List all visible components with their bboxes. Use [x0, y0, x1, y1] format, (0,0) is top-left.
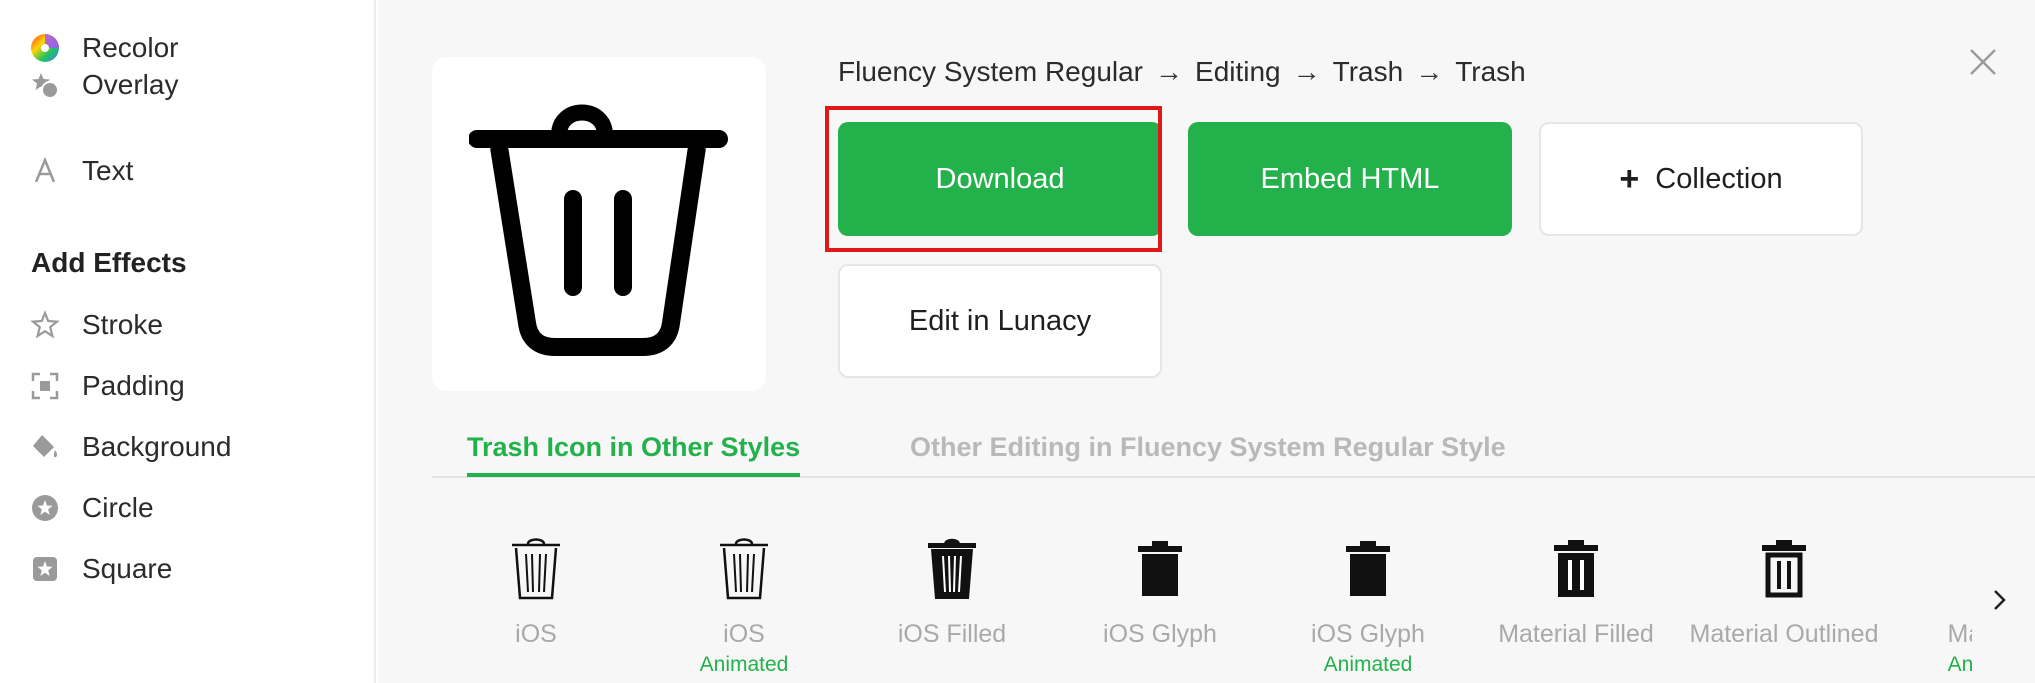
circle-star-icon	[28, 491, 62, 525]
sidebar-item-label: Square	[82, 553, 173, 584]
sidebar-item-circle[interactable]: Circle	[28, 486, 154, 530]
style-item-ios-glyph-animated[interactable]: iOS Glyph Animated	[1264, 530, 1472, 677]
sidebar-item-label: Stroke	[82, 309, 163, 340]
text-icon	[28, 154, 62, 188]
trash-filled-icon	[928, 538, 976, 599]
star-outline-icon	[28, 308, 62, 342]
sidebar-item-label: Background	[82, 431, 232, 462]
close-icon	[1970, 49, 1996, 75]
square-star-icon	[28, 552, 62, 586]
add-to-collection-button[interactable]: + Collection	[1539, 122, 1863, 236]
breadcrumb-item[interactable]: Editing	[1195, 56, 1281, 88]
carousel-next-button[interactable]	[1985, 580, 2015, 620]
breadcrumb-separator: →	[1155, 56, 1184, 87]
trash-glyph-icon	[1138, 541, 1182, 596]
sidebar-item-overlay[interactable]: Overlay	[28, 63, 178, 107]
style-name: Material Filled	[1498, 620, 1654, 648]
close-button[interactable]	[1963, 42, 2003, 82]
trash-outline-icon	[720, 538, 768, 600]
tab-other-editing[interactable]: Other Editing in Fluency System Regular …	[910, 432, 1506, 473]
breadcrumb-item[interactable]: Fluency System Regular	[838, 56, 1143, 88]
style-name: iOS	[515, 620, 557, 648]
style-item-ios-animated[interactable]: iOS Animated	[640, 530, 848, 677]
style-tabs: Trash Icon in Other Styles Other Editing…	[432, 430, 2035, 478]
style-name: iOS Glyph	[1311, 620, 1425, 648]
sidebar-item-text[interactable]: Text	[28, 149, 133, 193]
style-name: iOS Filled	[897, 620, 1007, 648]
trash-partial-icon	[1966, 540, 1972, 598]
tab-other-styles[interactable]: Trash Icon in Other Styles	[467, 432, 801, 477]
style-item-material-filled[interactable]: Material Filled	[1472, 530, 1680, 649]
sidebar-item-square[interactable]: Square	[28, 547, 172, 591]
sidebar-item-label: Padding	[82, 370, 185, 401]
style-name: Material Outlined	[1689, 620, 1879, 648]
sidebar-item-stroke[interactable]: Stroke	[28, 303, 163, 347]
trash-material-outlined-icon	[1762, 540, 1806, 598]
chevron-right-icon	[1994, 590, 2006, 610]
trash-outline-icon	[512, 538, 560, 600]
style-item-ios-filled[interactable]: iOS Filled	[848, 530, 1056, 649]
paint-bucket-icon	[28, 430, 62, 464]
style-item-material-outlined[interactable]: Material Outlined	[1680, 530, 1888, 649]
breadcrumb-item[interactable]: Trash	[1455, 56, 1526, 88]
breadcrumb: Fluency System Regular → Editing → Trash…	[838, 56, 1526, 88]
sidebar-item-label: Circle	[82, 492, 154, 523]
style-animated-label: Animated	[1323, 653, 1413, 676]
add-effects-heading: Add Effects	[31, 247, 187, 278]
style-name: iOS	[723, 620, 765, 648]
trash-material-filled-icon	[1554, 540, 1598, 597]
style-name: iOS Glyph	[1103, 620, 1217, 648]
breadcrumb-item[interactable]: Trash	[1333, 56, 1404, 88]
download-button[interactable]: Download	[838, 122, 1162, 236]
style-item-material-animated[interactable]: Material Animated	[1888, 530, 1972, 677]
main-panel: Fluency System Regular → Editing → Trash…	[378, 0, 2035, 683]
sidebar-item-padding[interactable]: Padding	[28, 364, 185, 408]
plus-icon: +	[1619, 159, 1640, 198]
style-animated-label: Animated	[1947, 653, 1972, 676]
edit-in-lunacy-button[interactable]: Edit in Lunacy	[838, 264, 1162, 378]
trash-glyph-icon	[1346, 541, 1390, 596]
breadcrumb-separator: →	[1415, 56, 1444, 87]
breadcrumb-separator: →	[1292, 56, 1321, 87]
sidebar-item-label: Overlay	[82, 69, 179, 100]
style-name: Material	[1947, 620, 1972, 648]
trash-icon	[469, 104, 728, 356]
overlay-icon	[28, 68, 62, 102]
sidebar-item-label: Recolor	[82, 32, 179, 63]
color-wheel-icon	[28, 31, 62, 65]
sidebar-item-label: Text	[82, 155, 134, 186]
icon-preview	[432, 57, 766, 391]
style-item-ios[interactable]: iOS	[432, 530, 640, 649]
sidebar: Recolor Overlay Text Add Effects Stroke	[0, 0, 376, 683]
padding-icon	[28, 369, 62, 403]
embed-html-button[interactable]: Embed HTML	[1188, 122, 1512, 236]
styles-carousel: iOS iOS Animated iOS Filled iOS Glyph iO…	[432, 530, 1972, 683]
sidebar-item-background[interactable]: Background	[28, 425, 231, 469]
style-item-ios-glyph[interactable]: iOS Glyph	[1056, 530, 1264, 649]
collection-label: Collection	[1655, 162, 1783, 195]
style-animated-label: Animated	[699, 653, 789, 676]
